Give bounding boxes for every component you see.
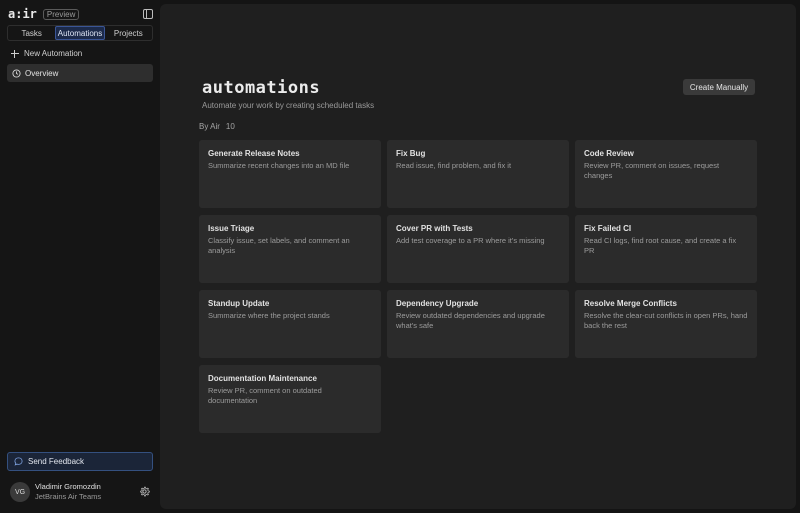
- user-org: JetBrains Air Teams: [35, 492, 102, 501]
- card-title: Standup Update: [208, 299, 270, 308]
- automation-card[interactable]: Dependency Upgrade Review outdated depen…: [387, 290, 569, 358]
- card-description: Read issue, find problem, and fix it: [396, 161, 512, 170]
- automation-card[interactable]: Resolve Merge Conflicts Resolve the clea…: [575, 290, 757, 358]
- new-automation-button[interactable]: New Automation: [10, 47, 150, 60]
- automation-grid: Generate Release Notes Summarize recent …: [199, 140, 757, 433]
- app-logo: a:ir: [8, 7, 37, 21]
- tab-projects[interactable]: Projects: [105, 26, 152, 40]
- sidebar: a:ir Preview Tasks Automations Projects …: [0, 0, 160, 513]
- user-text: Vladimir Gromozdin JetBrains Air Teams: [35, 482, 101, 502]
- section-label-text: By Air: [199, 122, 220, 131]
- chat-bubble-icon: [14, 457, 23, 466]
- plus-icon: [10, 49, 20, 59]
- sidebar-tabs: Tasks Automations Projects: [7, 25, 153, 41]
- automation-card[interactable]: Issue Triage Classify issue, set labels,…: [199, 215, 381, 283]
- card-title: Issue Triage: [208, 224, 255, 233]
- automation-card[interactable]: Documentation Maintenance Review PR, com…: [199, 365, 381, 433]
- automation-card[interactable]: Cover PR with Tests Add test coverage to…: [387, 215, 569, 283]
- gear-icon[interactable]: [139, 486, 150, 497]
- card-title: Resolve Merge Conflicts: [584, 299, 677, 308]
- sidebar-toggle-icon[interactable]: [142, 8, 154, 20]
- send-feedback-label: Send Feedback: [28, 457, 85, 466]
- card-description: Add test coverage to a PR where it's mis…: [396, 236, 545, 245]
- automation-card[interactable]: Fix Bug Read issue, find problem, and fi…: [387, 140, 569, 208]
- brand-row: a:ir Preview: [8, 7, 154, 21]
- user-profile[interactable]: VG Vladimir Gromozdin JetBrains Air Team…: [10, 480, 150, 504]
- user-name: Vladimir Gromozdin: [35, 482, 101, 491]
- automation-card[interactable]: Fix Failed CI Read CI logs, find root ca…: [575, 215, 757, 283]
- card-description: Classify issue, set labels, and comment …: [208, 236, 350, 255]
- card-title: Generate Release Notes: [208, 149, 300, 158]
- main-panel: automations Automate your work by creati…: [160, 4, 796, 509]
- card-description: Review PR, comment on outdated documenta…: [208, 386, 322, 405]
- create-manually-button[interactable]: Create Manually: [683, 79, 755, 95]
- app-window: a:ir Preview Tasks Automations Projects …: [0, 0, 800, 513]
- section-count: 10: [225, 122, 235, 131]
- new-automation-label: New Automation: [24, 49, 83, 58]
- tab-tasks[interactable]: Tasks: [8, 26, 55, 40]
- card-description: Summarize where the project stands: [208, 311, 330, 320]
- preview-badge: Preview: [42, 8, 80, 20]
- card-title: Fix Failed CI: [584, 224, 632, 233]
- card-description: Review PR, comment on issues, request ch…: [584, 161, 720, 180]
- card-title: Code Review: [584, 149, 634, 158]
- tab-automations[interactable]: Automations: [55, 26, 105, 40]
- card-title: Documentation Maintenance: [208, 374, 317, 383]
- card-title: Dependency Upgrade: [396, 299, 479, 308]
- automation-card[interactable]: Generate Release Notes Summarize recent …: [199, 140, 381, 208]
- page-title: automations: [202, 78, 321, 98]
- card-description: Read CI logs, find root cause, and creat…: [584, 236, 737, 255]
- sidebar-item-overview[interactable]: Overview: [7, 64, 153, 82]
- clock-icon: [12, 68, 21, 78]
- section-label: By Air 10: [199, 122, 235, 131]
- card-title: Fix Bug: [396, 149, 426, 158]
- page-subtitle: Automate your work by creating scheduled…: [202, 101, 375, 110]
- send-feedback-button[interactable]: Send Feedback: [7, 452, 153, 471]
- card-title: Cover PR with Tests: [396, 224, 473, 233]
- automation-card[interactable]: Standup Update Summarize where the proje…: [199, 290, 381, 358]
- card-description: Resolve the clear-cut conflicts in open …: [584, 311, 748, 330]
- sidebar-item-label: Overview: [25, 68, 59, 78]
- avatar: VG: [10, 482, 30, 502]
- card-description: Summarize recent changes into an MD file: [208, 161, 350, 170]
- card-description: Review outdated dependencies and upgrade…: [396, 311, 545, 330]
- automation-card[interactable]: Code Review Review PR, comment on issues…: [575, 140, 757, 208]
